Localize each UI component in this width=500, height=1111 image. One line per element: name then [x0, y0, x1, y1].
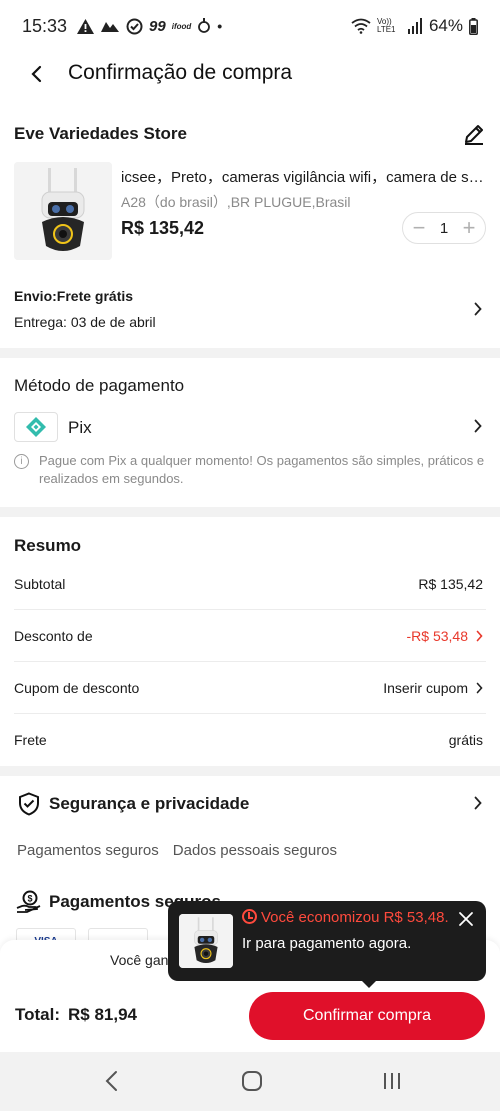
network-label: Vo)) LTE1: [376, 17, 396, 34]
hand-icon: [198, 18, 211, 33]
product-item: icsee，Preto，cameras vigilância wifi，came…: [14, 162, 486, 262]
dot-icon: •: [217, 18, 223, 34]
system-navigation-bar: [0, 1052, 500, 1111]
payment-method-title: Método de pagamento: [14, 376, 185, 395]
total-value: R$ 81,94: [68, 1005, 138, 1024]
tooltip-message: Ir para pagamento agora.: [242, 935, 412, 952]
payment-info-text: Pague com Pix a qualquer momento! Os pag…: [39, 453, 485, 486]
page-title: Confirmação de compra: [68, 61, 293, 84]
back-button[interactable]: [24, 60, 48, 88]
tooltip-highlight: Você economizou R$ 53,48.: [261, 909, 449, 926]
check-badge-icon: [126, 18, 143, 34]
notification-icons: 99 ifood •: [77, 18, 222, 35]
quantity-stepper: − 1 +: [402, 212, 486, 244]
status-bar: 15:33 99 ifood • Vo)) LTE1 64%: [0, 0, 500, 52]
nav-back-icon[interactable]: [104, 1070, 118, 1092]
total-label: Total:: [15, 1005, 61, 1024]
checkout-bar: Total: R$ 81,94 Confirmar compra: [0, 982, 500, 1052]
chevron-right-icon: [474, 419, 482, 433]
secure-payment-icon: $: [16, 890, 41, 913]
quantity-value: 1: [439, 219, 449, 237]
chevron-left-icon: [31, 65, 42, 83]
security-title: Segurança e privacidade: [49, 794, 250, 813]
app-icon: [101, 22, 120, 32]
delivery-date: Entrega: 03 de de abril: [14, 314, 156, 330]
store-name: Eve Variedades Store: [14, 124, 187, 143]
chevron-right-icon: [474, 302, 482, 316]
shipping-method: Envio:Frete grátis: [14, 288, 134, 304]
shield-icon: [19, 792, 39, 816]
chevron-right-icon: [476, 630, 483, 642]
confirm-purchase-button[interactable]: Confirmar compra: [249, 992, 485, 1040]
summary-label: Subtotal: [14, 576, 66, 592]
ifood-icon: ifood: [171, 21, 192, 31]
product-title: icsee，Preto，cameras vigilância wifi，came…: [121, 169, 486, 186]
summary-label: Frete: [14, 732, 47, 748]
payment-info: i Pague com Pix a qualquer momento! Os p…: [14, 452, 486, 488]
security-tags: Pagamentos seguros Dados pessoais seguro…: [17, 842, 337, 859]
security-tag: Pagamentos seguros: [17, 842, 159, 859]
clock-icon: [242, 909, 257, 924]
page-header: Confirmação de compra: [0, 52, 500, 98]
summary-row-coupon[interactable]: Cupom de desconto Inserir cupom: [14, 662, 486, 714]
pix-icon: [14, 412, 58, 442]
nav-recents-icon[interactable]: [382, 1070, 402, 1092]
savings-tooltip[interactable]: Você economizou R$ 53,48. Ir para pagame…: [168, 901, 486, 988]
tooltip-product-image: [179, 914, 233, 968]
summary-value: grátis: [448, 732, 483, 748]
warning-icon: [77, 18, 95, 34]
summary-label: Cupom de desconto: [14, 680, 140, 696]
summary-value: R$ 135,42: [418, 576, 483, 592]
summary-row-subtotal: Subtotal R$ 135,42: [14, 558, 486, 610]
shipping-row[interactable]: Envio:Frete grátis Entrega: 03 de de abr…: [14, 284, 486, 340]
chevron-right-icon: [474, 796, 482, 810]
tooltip-text: Você economizou R$ 53,48. Ir para pagame…: [242, 905, 452, 957]
store-header: Eve Variedades Store: [14, 118, 486, 150]
camera-product-image: [14, 162, 112, 260]
section-divider: [0, 766, 500, 776]
product-variant: A28（do brasil）,BR PLUGUE,Brasil: [121, 194, 351, 210]
edit-icon[interactable]: [462, 122, 486, 146]
svg-text:$: $: [27, 894, 32, 904]
summary-label: Desconto de: [14, 628, 93, 644]
decrease-quantity-button[interactable]: −: [409, 217, 429, 239]
battery-icon: [469, 17, 478, 35]
payment-method-name: Pix: [68, 418, 92, 437]
chevron-right-icon: [476, 682, 483, 694]
system-icons: Vo)) LTE1 64%: [351, 16, 478, 36]
coupon-value: Inserir cupom: [383, 680, 468, 696]
info-icon: i: [14, 454, 29, 469]
product-price: R$ 135,42: [121, 218, 205, 238]
nav-home-icon[interactable]: [241, 1070, 263, 1092]
battery-level: 64%: [428, 16, 463, 35]
99-app-icon: 99: [149, 17, 166, 35]
summary-row-shipping: Frete grátis: [14, 714, 486, 766]
camera-product-image: [179, 914, 233, 968]
status-time: 15:33: [22, 15, 68, 36]
secure-payments-heading: $ Pagamentos seguros: [16, 890, 221, 916]
signal-icon: [407, 18, 422, 34]
section-divider: [0, 507, 500, 517]
section-divider: [0, 348, 500, 358]
product-image[interactable]: [14, 162, 112, 260]
order-total: Total: R$ 81,94: [15, 1005, 137, 1025]
discount-value: -R$ 53,48: [406, 628, 468, 644]
summary-row-discount[interactable]: Desconto de -R$ 53,48: [14, 610, 486, 662]
payment-option-pix[interactable]: Pix: [14, 412, 486, 444]
tooltip-arrow: [362, 981, 376, 988]
increase-quantity-button[interactable]: +: [459, 217, 479, 239]
security-privacy-row[interactable]: Segurança e privacidade: [14, 790, 486, 818]
summary-title: Resumo: [14, 536, 82, 555]
wifi-icon: [351, 18, 371, 34]
payment-method-section: Método de pagamento Pix i Pague com Pix …: [14, 360, 486, 500]
security-tag: Dados pessoais seguros: [172, 842, 338, 859]
close-icon[interactable]: [458, 911, 474, 927]
